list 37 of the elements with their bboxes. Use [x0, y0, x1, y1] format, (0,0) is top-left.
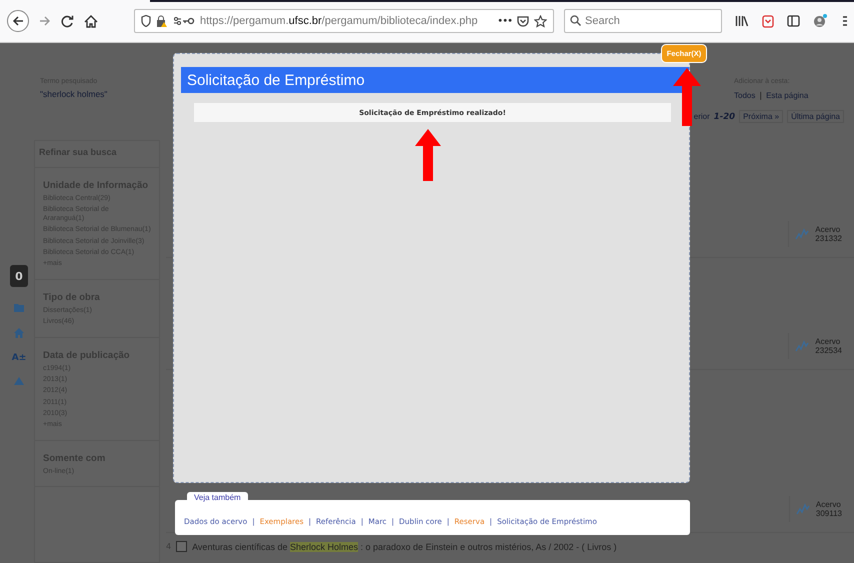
back-button[interactable]	[7, 10, 29, 32]
search-icon	[570, 15, 581, 26]
library-icon[interactable]	[735, 15, 749, 27]
pocket-icon[interactable]	[762, 14, 774, 28]
acervo-number: Acervo 232534	[815, 337, 842, 355]
result-title[interactable]: Aventuras científicas de Sherlock Holmes : o paradoxo de Einstein e outros mistérios, As / 2002 - ( Livros )	[192, 542, 617, 552]
dialog-title: Solicitação de Empréstimo	[181, 67, 689, 93]
shield-icon	[141, 15, 151, 27]
page-range: 1-20	[714, 112, 736, 122]
url-text: https://pergamum.ufsc.br/pergamum/biblioteca/index.php	[200, 15, 479, 27]
search-field[interactable]: Search	[564, 9, 722, 33]
home-icon[interactable]	[84, 14, 98, 28]
star-icon[interactable]	[534, 14, 547, 28]
address-bar[interactable]: https://pergamum.ufsc.br/pergamum/biblioteca/index.php •••	[134, 9, 554, 33]
separator: |	[759, 91, 762, 100]
previous-link[interactable]: erior	[694, 112, 710, 121]
acervo-number: Acervo 231332	[815, 225, 842, 243]
lock-warning-icon	[156, 14, 168, 28]
pocket-icon[interactable]	[517, 15, 529, 27]
search-term: "sherlock holmes"	[40, 89, 108, 99]
cart-count-badge[interactable]: 0	[10, 265, 28, 287]
up-arrow-icon	[415, 129, 441, 181]
font-size-button[interactable]: A±	[12, 353, 26, 363]
cart-link[interactable]: Esta página	[766, 91, 808, 100]
pagination-button[interactable]: Próxima »	[739, 110, 784, 123]
pagination-button[interactable]: Última página	[787, 110, 844, 123]
result-checkbox[interactable]	[176, 541, 188, 552]
account-icon[interactable]	[813, 14, 827, 28]
sidebar-icon[interactable]	[787, 15, 800, 27]
menu-icon[interactable]	[843, 15, 847, 27]
page-actions-button[interactable]: •••	[497, 16, 512, 26]
reload-icon[interactable]	[61, 14, 74, 28]
forward-icon[interactable]	[39, 15, 51, 27]
acervo-number: Acervo 309113	[816, 500, 842, 518]
back-arrow-icon	[11, 14, 25, 28]
cart-link[interactable]: Todos	[734, 91, 756, 100]
permissions-icon	[173, 16, 195, 26]
